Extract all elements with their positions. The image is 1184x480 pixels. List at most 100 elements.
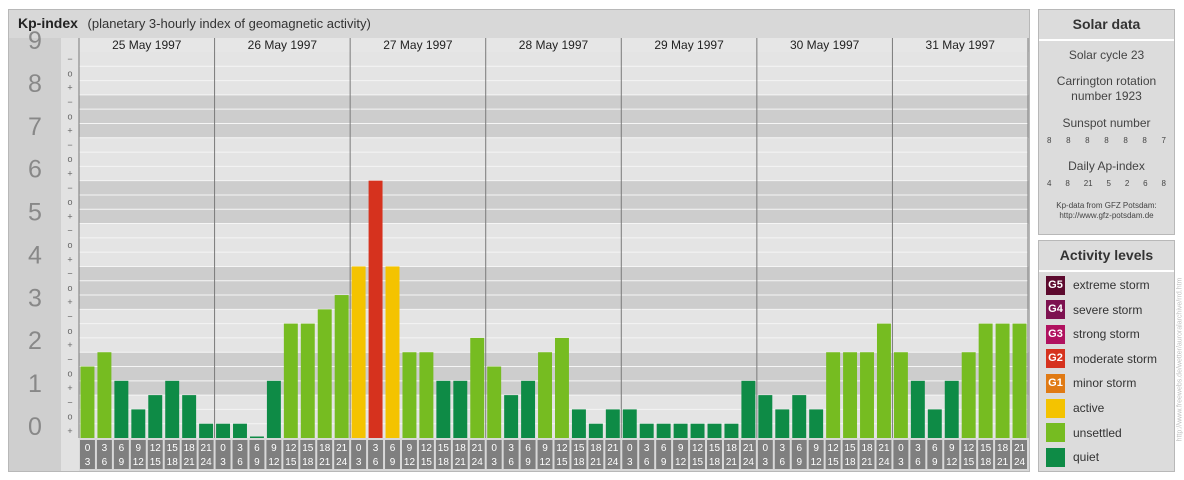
- interval-end-label: 9: [932, 457, 938, 468]
- interval-end-label: 18: [845, 457, 857, 468]
- activity-level-strong-storm: G3 strong storm: [1046, 324, 1140, 344]
- level-swatch: [1046, 398, 1065, 418]
- interval-start-label: 0: [85, 443, 91, 454]
- interval-end-label: 21: [726, 457, 738, 468]
- kp-bar: [995, 323, 1010, 438]
- minor-tick-label: o: [67, 283, 72, 293]
- interval-start-label: 18: [726, 443, 738, 454]
- unit-band: [9, 137, 1029, 181]
- interval-end-label: 3: [763, 457, 769, 468]
- kp-bar: [538, 352, 552, 438]
- unit-band: [9, 223, 1029, 267]
- interval-start-label: 6: [254, 443, 260, 454]
- data-source-link[interactable]: http://www.gfz-potsdam.de: [1039, 211, 1174, 221]
- interval-start-label: 9: [678, 443, 684, 454]
- kp-chart-panel: Kp-index (planetary 3-hourly index of ge…: [8, 9, 1030, 472]
- interval-start-label: 21: [472, 443, 484, 454]
- interval-start-label: 21: [607, 443, 619, 454]
- interval-end-label: 18: [167, 457, 179, 468]
- level-swatch: [1046, 447, 1065, 467]
- data-source-line-1: Kp-data from GFZ Potsdam:: [1056, 201, 1157, 210]
- y-tick-label: 9: [28, 27, 42, 55]
- interval-end-label: 6: [779, 457, 785, 468]
- kp-bar: [419, 352, 434, 438]
- interval-start-label: 0: [491, 443, 497, 454]
- unit-band: [9, 266, 1029, 310]
- kp-bar: [368, 180, 383, 438]
- minor-tick-label: o: [67, 369, 72, 379]
- unit-band: [9, 94, 1029, 138]
- interval-start-label: 3: [237, 443, 243, 454]
- kp-bar: [182, 395, 197, 438]
- kp-bar: [724, 423, 739, 438]
- interval-end-label: 24: [878, 457, 890, 468]
- interval-start-label: 0: [627, 443, 633, 454]
- kp-bar: [283, 323, 298, 438]
- carrington-line-1: Carrington rotation: [1056, 74, 1157, 88]
- interval-end-label: 3: [898, 457, 904, 468]
- day-label: 25 May 1997: [112, 38, 182, 52]
- level-swatch: G1: [1046, 373, 1065, 393]
- kp-chart: 0123456789−o+−o+−o+−o+−o+−o+−o+−o+−o+25 …: [9, 27, 1029, 471]
- ap-value: 5: [1106, 179, 1111, 188]
- minor-tick-label: +: [67, 83, 72, 93]
- kp-bar: [131, 409, 146, 438]
- interval-start-label: 9: [813, 443, 819, 454]
- ap-value: 21: [1083, 179, 1093, 188]
- activity-levels-panel: Activity levels G5 extreme storm G4 severe …: [1038, 240, 1175, 472]
- interval-end-label: 9: [661, 457, 667, 468]
- solar-data-heading: Solar data: [1039, 10, 1174, 41]
- kp-bar: [148, 395, 163, 438]
- minor-tick-label: +: [67, 383, 72, 393]
- level-swatch: [1046, 423, 1065, 443]
- level-label: minor storm: [1073, 376, 1137, 391]
- day-label: 31 May 1997: [926, 38, 996, 52]
- interval-start-label: 3: [102, 443, 108, 454]
- interval-start-label: 21: [1014, 443, 1026, 454]
- sunspot-values: 8 8 8 8 8 8 7: [1039, 136, 1174, 145]
- sunspot-label: Sunspot number: [1062, 116, 1151, 130]
- kp-bar: [317, 309, 332, 438]
- interval-end-label: 6: [373, 457, 379, 468]
- minor-tick-label: o: [67, 240, 72, 250]
- interval-start-label: 9: [407, 443, 413, 454]
- kp-bar: [843, 352, 858, 438]
- interval-start-label: 3: [779, 443, 785, 454]
- interval-start-label: 18: [455, 443, 467, 454]
- kp-bar: [571, 409, 586, 438]
- interval-start-label: 9: [542, 443, 548, 454]
- level-label: active: [1073, 401, 1105, 415]
- interval-end-label: 12: [811, 457, 823, 468]
- level-label: unsettled: [1073, 425, 1122, 440]
- interval-end-label: 6: [102, 457, 108, 468]
- kp-bar: [300, 323, 315, 438]
- activity-level-severe-storm: G4 severe storm: [1046, 300, 1142, 320]
- interval-start-label: 6: [661, 443, 667, 454]
- interval-start-label: 15: [438, 443, 450, 454]
- minor-tick-label: o: [67, 154, 72, 164]
- interval-start-label: 3: [644, 443, 650, 454]
- kp-bar: [690, 423, 705, 438]
- kp-bar: [385, 266, 400, 438]
- interval-start-label: 15: [845, 443, 857, 454]
- interval-end-label: 9: [390, 457, 396, 468]
- minor-tick-label: −: [67, 54, 72, 64]
- ap-value: 8: [1065, 179, 1070, 188]
- ap-value: 4: [1047, 179, 1052, 188]
- minor-tick-label: −: [67, 397, 72, 407]
- interval-end-label: 24: [743, 457, 755, 468]
- interval-start-label: 6: [932, 443, 938, 454]
- interval-end-label: 15: [150, 457, 162, 468]
- kp-bar: [402, 352, 417, 438]
- interval-end-label: 24: [336, 457, 348, 468]
- sunspot-value: 8: [1142, 136, 1147, 145]
- interval-end-label: 3: [356, 457, 362, 468]
- interval-start-label: 18: [997, 443, 1009, 454]
- interval-end-label: 9: [254, 457, 260, 468]
- interval-end-label: 24: [1014, 457, 1026, 468]
- activity-level-moderate-storm: G2 moderate storm: [1046, 349, 1157, 369]
- kp-bar: [876, 323, 891, 438]
- interval-start-label: 3: [373, 443, 379, 454]
- minor-tick-label: +: [67, 426, 72, 436]
- interval-end-label: 12: [946, 457, 958, 468]
